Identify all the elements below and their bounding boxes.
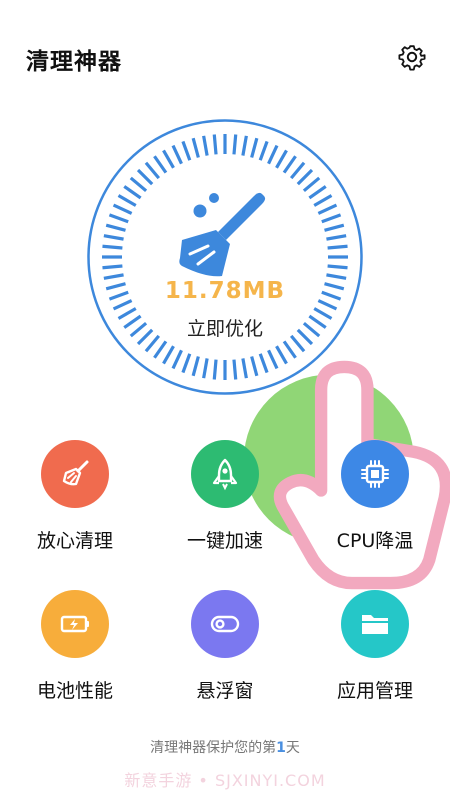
battery-icon: [41, 590, 109, 658]
dial-tick: [326, 234, 347, 241]
protection-day-count: 1: [276, 740, 286, 756]
dial-tick: [153, 340, 168, 359]
junk-size-value: 11.78MB: [164, 278, 286, 304]
protection-suffix: 天: [285, 740, 300, 756]
protection-prefix: 清理神器保护您的第: [150, 740, 277, 756]
dial-tick: [123, 185, 142, 200]
dial-tick: [313, 194, 333, 207]
dial-tick: [162, 149, 175, 169]
optimize-dial[interactable]: 11.78MB 立即优化: [86, 118, 450, 590]
tool-app-management[interactable]: 应用管理: [300, 590, 450, 703]
tool-label: 悬浮窗: [196, 680, 254, 702]
dial-tick: [181, 353, 192, 374]
dial-tick: [171, 144, 183, 165]
app-header: 清理神器: [0, 0, 450, 120]
dial-tick: [282, 155, 297, 174]
dial-tick: [250, 137, 259, 158]
dial-tick: [162, 345, 175, 365]
dial-tick: [324, 223, 345, 232]
tool-safe-clean[interactable]: 放心清理: [0, 440, 150, 553]
dial-tick: [171, 349, 183, 370]
watermark: 新意手游 • SJXINYI.COM: [124, 771, 326, 790]
dial-tick: [191, 356, 200, 377]
dial-tick: [136, 168, 154, 186]
tool-label: 放心清理: [36, 530, 113, 552]
dial-tick: [102, 244, 123, 250]
dial-tick: [202, 358, 209, 379]
dial-tick: [181, 140, 192, 161]
dial-tick: [267, 144, 279, 165]
dial-tick: [144, 161, 161, 180]
broom-icon: [179, 192, 266, 277]
tool-floating-window[interactable]: 悬浮窗: [150, 590, 300, 703]
protection-days-text: 清理神器保护您的第1天: [0, 737, 450, 757]
dial-tick: [327, 264, 348, 270]
dial-tick: [202, 135, 209, 156]
dial-tick: [191, 137, 200, 158]
dial-tick: [275, 149, 288, 169]
tool-battery-performance[interactable]: 电池性能: [0, 590, 150, 703]
floating-toggle-icon: [191, 590, 259, 658]
rocket-icon: [191, 440, 259, 508]
dial-tick: [317, 203, 338, 215]
dial-tick: [308, 185, 327, 200]
dial-tick: [302, 176, 321, 193]
cpu-chip-icon: [341, 440, 409, 508]
dial-tick: [289, 161, 306, 180]
tool-speed-up[interactable]: 一键加速: [150, 440, 300, 553]
dial-tick: [117, 194, 137, 207]
tool-label: 一键加速: [186, 530, 263, 552]
gear-icon[interactable]: [398, 43, 426, 71]
tool-label: 电池性能: [36, 680, 113, 702]
dial-tick: [108, 213, 129, 224]
dial-tick: [296, 168, 314, 186]
dial-tick: [232, 134, 238, 155]
broom-icon: [41, 440, 109, 508]
dial-tick: [105, 223, 126, 232]
dial-tick: [327, 244, 348, 250]
tool-label: 应用管理: [336, 680, 413, 702]
dial-tick: [153, 155, 168, 174]
dial-tick: [102, 264, 123, 270]
app-title: 清理神器: [26, 49, 122, 75]
dial-tick: [241, 135, 248, 156]
dial-tick: [212, 134, 218, 155]
dial-tick: [129, 176, 148, 193]
tool-label: CPU降温: [336, 530, 414, 552]
tool-cpu-cooling[interactable]: CPU降温: [300, 440, 450, 553]
dial-tick: [103, 234, 124, 241]
dial-tick: [258, 140, 269, 161]
dial-tick: [112, 203, 133, 215]
folder-icon: [341, 590, 409, 658]
dial-tick: [321, 213, 342, 224]
